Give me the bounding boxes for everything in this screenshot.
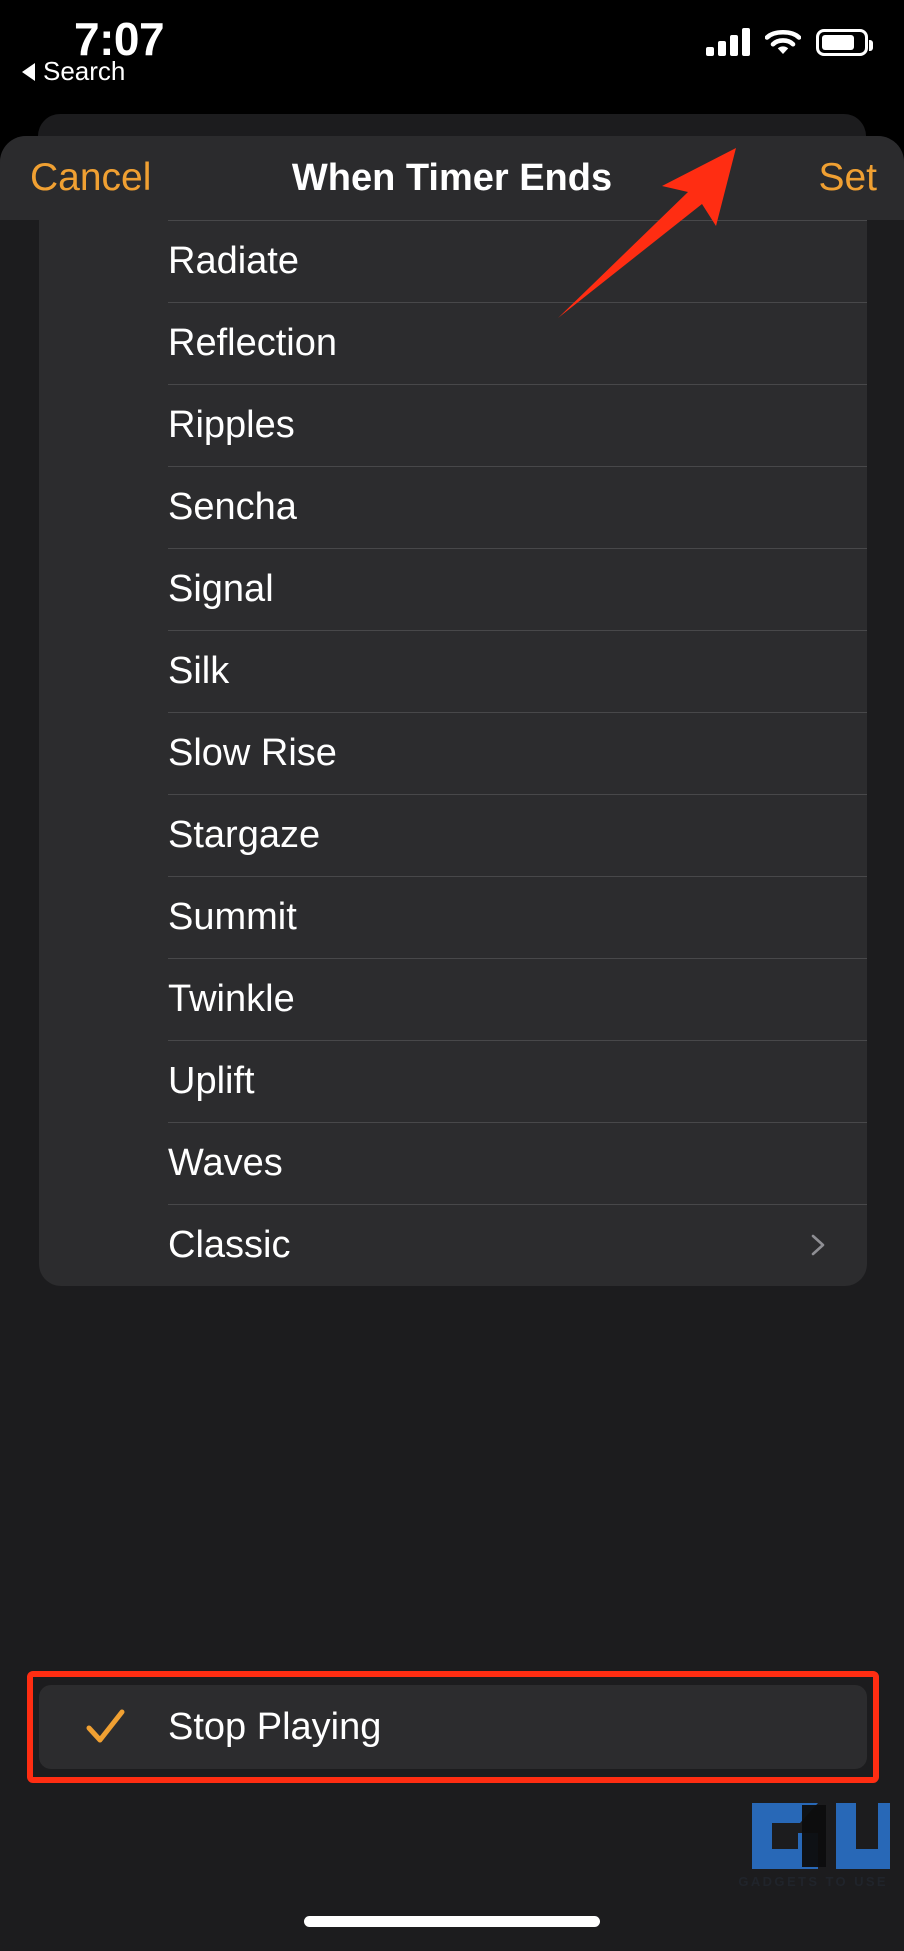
tone-list-item-label: Ripples: [168, 404, 295, 446]
watermark-caption: GADGETS TO USE: [738, 1874, 888, 1889]
tone-list-item-label: Stargaze: [168, 814, 321, 856]
tone-list-item-label: Reflection: [168, 322, 337, 364]
status-bar: 7:07 Search: [0, 0, 904, 110]
checkmark-icon: [85, 1707, 125, 1747]
tone-list-item-label: Waves: [168, 1142, 283, 1184]
wifi-icon: [765, 28, 801, 56]
tone-list-item[interactable]: Slow Rise: [39, 712, 867, 794]
tone-list-item[interactable]: Reflection: [39, 302, 867, 384]
tone-list-item-label: Summit: [168, 896, 297, 938]
tone-list-item-label: Silk: [168, 650, 230, 692]
tone-list-item[interactable]: Classic: [39, 1204, 867, 1286]
tone-list-item[interactable]: Silk: [39, 630, 867, 712]
tone-list-item[interactable]: Waves: [39, 1122, 867, 1204]
tone-list-item[interactable]: Ripples: [39, 384, 867, 466]
tone-list-item[interactable]: Radiate: [39, 220, 867, 302]
back-to-search-link[interactable]: Search: [22, 56, 125, 87]
tone-list-item-label: Radiate: [168, 240, 299, 282]
tone-list-item[interactable]: Signal: [39, 548, 867, 630]
tone-list-item[interactable]: Summit: [39, 876, 867, 958]
status-bar-indicators: [706, 28, 873, 56]
chevron-left-icon: [22, 62, 35, 81]
tone-list-item-label: Sencha: [168, 486, 297, 528]
tone-list-item-label: Uplift: [168, 1060, 255, 1102]
tone-list-item[interactable]: Twinkle: [39, 958, 867, 1040]
sheet-header: Cancel When Timer Ends Set: [0, 136, 904, 220]
battery-icon: [816, 29, 873, 56]
tone-list-item[interactable]: Uplift: [39, 1040, 867, 1122]
tone-list-item[interactable]: Sencha: [39, 466, 867, 548]
cellular-signal-icon: [706, 28, 750, 56]
home-indicator[interactable]: [304, 1916, 600, 1927]
cancel-button[interactable]: Cancel: [30, 156, 151, 200]
stop-playing-row[interactable]: Stop Playing: [39, 1685, 867, 1769]
tone-list-item-label: Twinkle: [168, 978, 295, 1020]
set-button[interactable]: Set: [818, 156, 877, 200]
tone-list-item-label: Classic: [168, 1224, 291, 1266]
back-label: Search: [43, 56, 126, 86]
tone-list-item[interactable]: Stargaze: [39, 794, 867, 876]
tone-list: Radiate Reflection Ripples Sencha Signal Silk…: [39, 220, 867, 1286]
stop-playing-label: Stop Playing: [168, 1705, 382, 1748]
phone-screen: 7:07 Search Cancel When Timer Ends Set R…: [0, 0, 904, 1951]
tone-list-item-label: Signal: [168, 568, 274, 610]
tone-list-item-label: Slow Rise: [168, 732, 337, 774]
